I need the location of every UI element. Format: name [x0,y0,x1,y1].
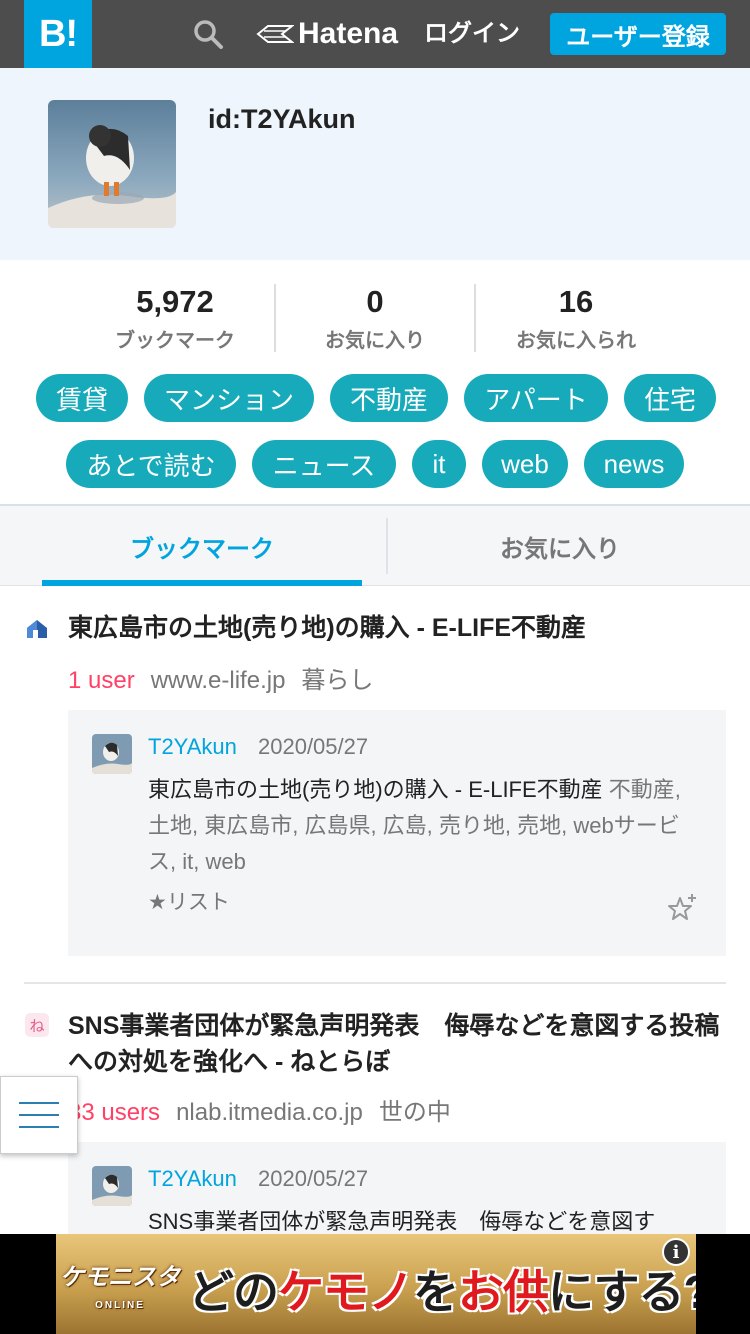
bookmark-comment: T2YAkun 2020/05/27 SNS事業者団体が緊急声明発表 侮辱などを… [68,1142,726,1234]
stat-label: お気に入られ [516,330,636,352]
stat-value: 0 [366,284,384,319]
comment-avatar[interactable] [92,1166,132,1206]
tab-bookmark[interactable]: ブックマーク [42,506,362,586]
tag-chip[interactable]: マンション [144,374,314,422]
entry-divider [24,982,726,984]
stat-value: 5,972 [136,284,214,319]
comment-avatar[interactable] [92,734,132,774]
tab-bar: ブックマーク お気に入り [0,504,750,586]
comment-avatar-image [92,1166,132,1206]
hamburger-icon [19,1102,59,1128]
bookmark-comment: T2YAkun 2020/05/27 東広島市の土地(売り地)の購入 - E-L… [68,710,726,956]
stat-label: お気に入り [325,330,425,352]
comment-date[interactable]: 2020/05/27 [258,1166,368,1192]
tag-chip[interactable]: 賃貸 [36,374,128,422]
tag-chip[interactable]: news [584,440,684,488]
entry-title[interactable]: SNS事業者団体が緊急声明発表 侮辱などを意図する投稿への対処を強化へ - ねと… [68,1008,728,1080]
comment-text: 東広島市の土地(売り地)の購入 - E-LIFE不動産 不動産, 土地, 東広島… [148,772,696,880]
tag-chip[interactable]: あとで読む [66,440,236,488]
stat-bookmarks[interactable]: 5,972 ブックマーク [75,282,275,353]
entry-domain[interactable]: www.e-life.jp [151,667,286,694]
entry-category[interactable]: 世の中 [379,1099,451,1126]
hamburger-menu-button[interactable] [0,1076,78,1154]
tag-chip[interactable]: ニュース [252,440,396,488]
tag-chip[interactable]: 住宅 [624,374,716,422]
ad-text-3: を [413,1266,459,1318]
svg-text:ね: ね [29,1017,44,1035]
add-star-icon[interactable] [666,892,698,924]
active-tab-indicator [42,580,362,586]
entry-users-count[interactable]: 1 user [68,667,135,694]
ad-headline: どのケモノをお供にする? [188,1256,696,1322]
ad-text-4: お供 [458,1266,549,1318]
hatena-mark-icon [256,25,294,43]
entry-meta: 1 user www.e-life.jp 暮らし [68,660,373,695]
ad-game-logo: ケモニスタ ONLINE [60,1264,180,1314]
tag-chip[interactable]: it [412,440,466,488]
login-link[interactable]: ログイン [424,16,520,52]
nlab-favicon-icon: ね [25,1013,49,1037]
stat-favorites[interactable]: 0 お気に入り [275,282,475,353]
stat-label: ブックマーク [115,330,235,352]
comment-avatar-image [92,734,132,774]
register-button[interactable]: ユーザー登録 [550,13,726,55]
star-list-link[interactable]: ★リスト [148,886,230,916]
hatena-brand-text: Hatena [298,17,399,50]
ad-text-5: にする? [548,1266,696,1318]
comment-text: SNS事業者団体が緊急声明発表 侮辱などを意図す [148,1209,656,1234]
ad-banner[interactable]: ケモニスタ ONLINE どのケモノをお供にする? i [56,1234,696,1334]
comment-body: 東広島市の土地(売り地)の購入 - E-LIFE不動産 [148,777,603,802]
avatar[interactable] [48,100,176,228]
comment-username[interactable]: T2YAkun [148,1166,237,1192]
tag-chip[interactable]: 不動産 [330,374,448,422]
profile-header: id:T2YAkun [0,68,750,260]
tag-chip[interactable]: アパート [464,374,608,422]
tab-favorites[interactable]: お気に入り [400,506,720,586]
profile-id: id:T2YAkun [208,104,356,134]
tag-cloud: 賃貸 マンション 不動産 アパート 住宅 あとで読む ニュース it web n… [0,364,750,504]
entry-meta: 33 users nlab.itmedia.co.jp 世の中 [68,1092,451,1127]
bookmark-entry: ね SNS事業者団体が緊急声明発表 侮辱などを意図する投稿への対処を強化へ - … [0,1000,750,1234]
tab-divider [386,518,388,574]
entry-domain[interactable]: nlab.itmedia.co.jp [176,1099,363,1126]
entry-title[interactable]: 東広島市の土地(売り地)の購入 - E-LIFE不動産 [68,610,728,646]
hatena-bookmark-logo[interactable]: B! [24,0,92,68]
bookmark-entry: 東広島市の土地(売り地)の購入 - E-LIFE不動産 1 user www.e-… [0,588,750,988]
e-life-favicon-icon [27,620,47,638]
comment-date[interactable]: 2020/05/27 [258,734,368,760]
stat-value: 16 [558,284,594,319]
comment-username[interactable]: T2YAkun [148,734,237,760]
entry-users-count[interactable]: 33 users [68,1099,160,1126]
ad-text-2: ケモノ [278,1266,414,1318]
ad-banner-bar: ケモニスタ ONLINE どのケモノをお供にする? i [0,1234,750,1334]
search-icon[interactable] [192,18,224,50]
avatar-image [48,100,176,228]
entry-category[interactable]: 暮らし [301,667,373,694]
ad-game-subtitle: ONLINE [95,1300,145,1311]
stats-bar: 5,972 ブックマーク 0 お気に入り 16 お気に入られ [0,260,750,364]
tag-chip[interactable]: web [482,440,568,488]
stat-favorited[interactable]: 16 お気に入られ [476,282,676,353]
hatena-logo[interactable]: Hatena [256,14,398,54]
ad-info-icon[interactable]: i [662,1238,690,1266]
ad-game-title: ケモニスタ [60,1264,180,1291]
header: B! Hatena ログイン ユーザー登録 [0,0,750,68]
ad-text-1: どの [188,1266,279,1318]
